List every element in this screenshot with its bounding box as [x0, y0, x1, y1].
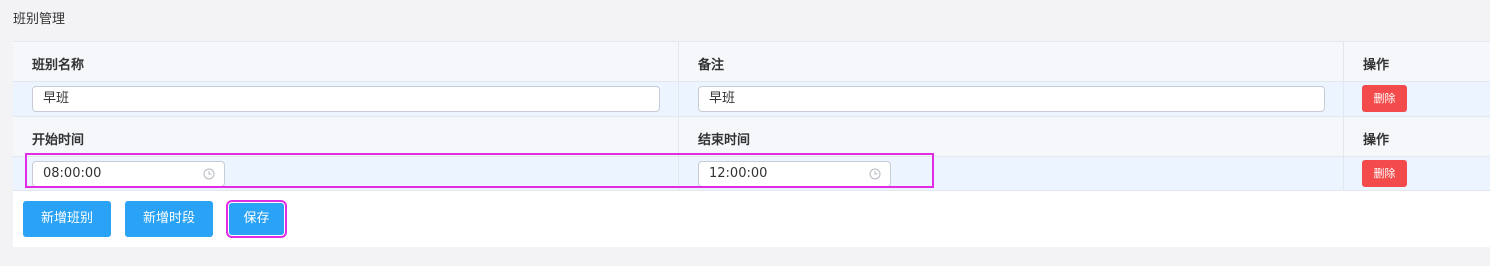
add-shift-button[interactable]: 新增班别 — [23, 201, 111, 237]
start-time-picker[interactable]: 08:00:00 — [32, 161, 225, 187]
shift-table-header: 班别名称 备注 操作 — [13, 41, 1490, 81]
header-remark: 备注 — [698, 58, 725, 73]
start-time-value: 08:00:00 — [43, 166, 102, 181]
header-cell-shift-name: 班别名称 — [13, 42, 678, 81]
header-cell-remark: 备注 — [678, 42, 1343, 81]
header-cell-end-time: 结束时间 — [678, 117, 1343, 156]
end-time-picker[interactable]: 12:00:00 — [698, 161, 891, 187]
add-period-button[interactable]: 新增时段 — [125, 201, 213, 237]
remark-input[interactable]: 早班 — [698, 86, 1325, 112]
delete-shift-button[interactable]: 删除 — [1362, 85, 1407, 112]
cell-shift-actions: 删除 — [1343, 82, 1490, 116]
shift-name-input[interactable]: 早班 — [32, 86, 660, 112]
header-actions: 操作 — [1363, 58, 1390, 73]
header-period-actions: 操作 — [1363, 133, 1390, 148]
clock-icon — [203, 168, 215, 180]
period-table-header: 开始时间 结束时间 操作 — [13, 116, 1490, 156]
end-time-value: 12:00:00 — [709, 166, 768, 181]
header-cell-actions: 操作 — [1343, 42, 1490, 81]
table-row: 早班 早班 删除 — [13, 81, 1490, 116]
header-cell-period-actions: 操作 — [1343, 117, 1490, 156]
header-end-time: 结束时间 — [698, 133, 751, 148]
clock-icon — [869, 168, 881, 180]
save-button[interactable]: 保存 — [226, 200, 287, 238]
shift-panel: 班别名称 备注 操作 早班 早班 删除 开始时间 结束时间 操作 08:00:0… — [13, 41, 1490, 247]
table-row: 08:00:00 12:00:00 删除 — [13, 156, 1490, 191]
header-cell-start-time: 开始时间 — [13, 117, 678, 156]
cell-end-time: 12:00:00 — [678, 157, 1343, 190]
cell-start-time: 08:00:00 — [13, 157, 678, 190]
delete-period-button[interactable]: 删除 — [1362, 160, 1407, 187]
header-start-time: 开始时间 — [32, 133, 85, 148]
page-title: 班别管理 — [13, 12, 66, 27]
cell-shift-name: 早班 — [13, 82, 678, 116]
cell-remark: 早班 — [678, 82, 1343, 116]
header-shift-name: 班别名称 — [32, 58, 85, 73]
cell-period-actions: 删除 — [1343, 157, 1490, 190]
